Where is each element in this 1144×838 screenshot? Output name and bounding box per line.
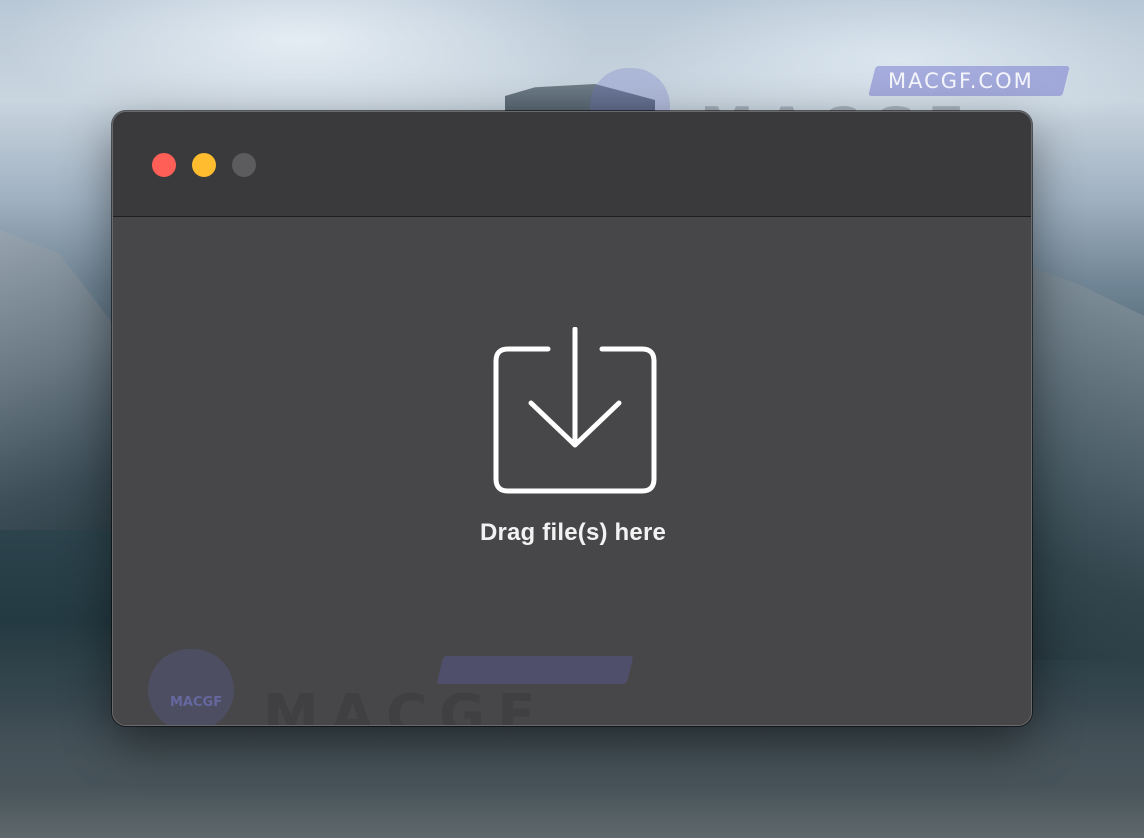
wallpaper-valley: [0, 708, 1144, 838]
watermark-logo-icon: [148, 649, 234, 725]
download-tray-icon: [493, 327, 657, 494]
watermark-logo-text: MACGF: [170, 695, 223, 710]
window-content: MACGF MACGF Drag file(s) here: [113, 217, 1031, 726]
window-titlebar[interactable]: [113, 112, 1031, 217]
app-window: MACGF MACGF Drag file(s) here: [112, 111, 1032, 726]
desktop-wallpaper: MACGF.COM MACGF MACGF MACGF Drag file(s)…: [0, 0, 1144, 838]
close-button[interactable]: [152, 153, 176, 177]
file-drop-zone[interactable]: Drag file(s) here: [443, 327, 703, 587]
watermark-site-text: MACGF.COM: [888, 69, 1034, 93]
drop-zone-label: Drag file(s) here: [479, 519, 667, 546]
watermark-brand-text: MACGF: [263, 683, 548, 726]
zoom-button[interactable]: [232, 153, 256, 177]
watermark-banner: [436, 656, 634, 684]
minimize-button[interactable]: [192, 153, 216, 177]
